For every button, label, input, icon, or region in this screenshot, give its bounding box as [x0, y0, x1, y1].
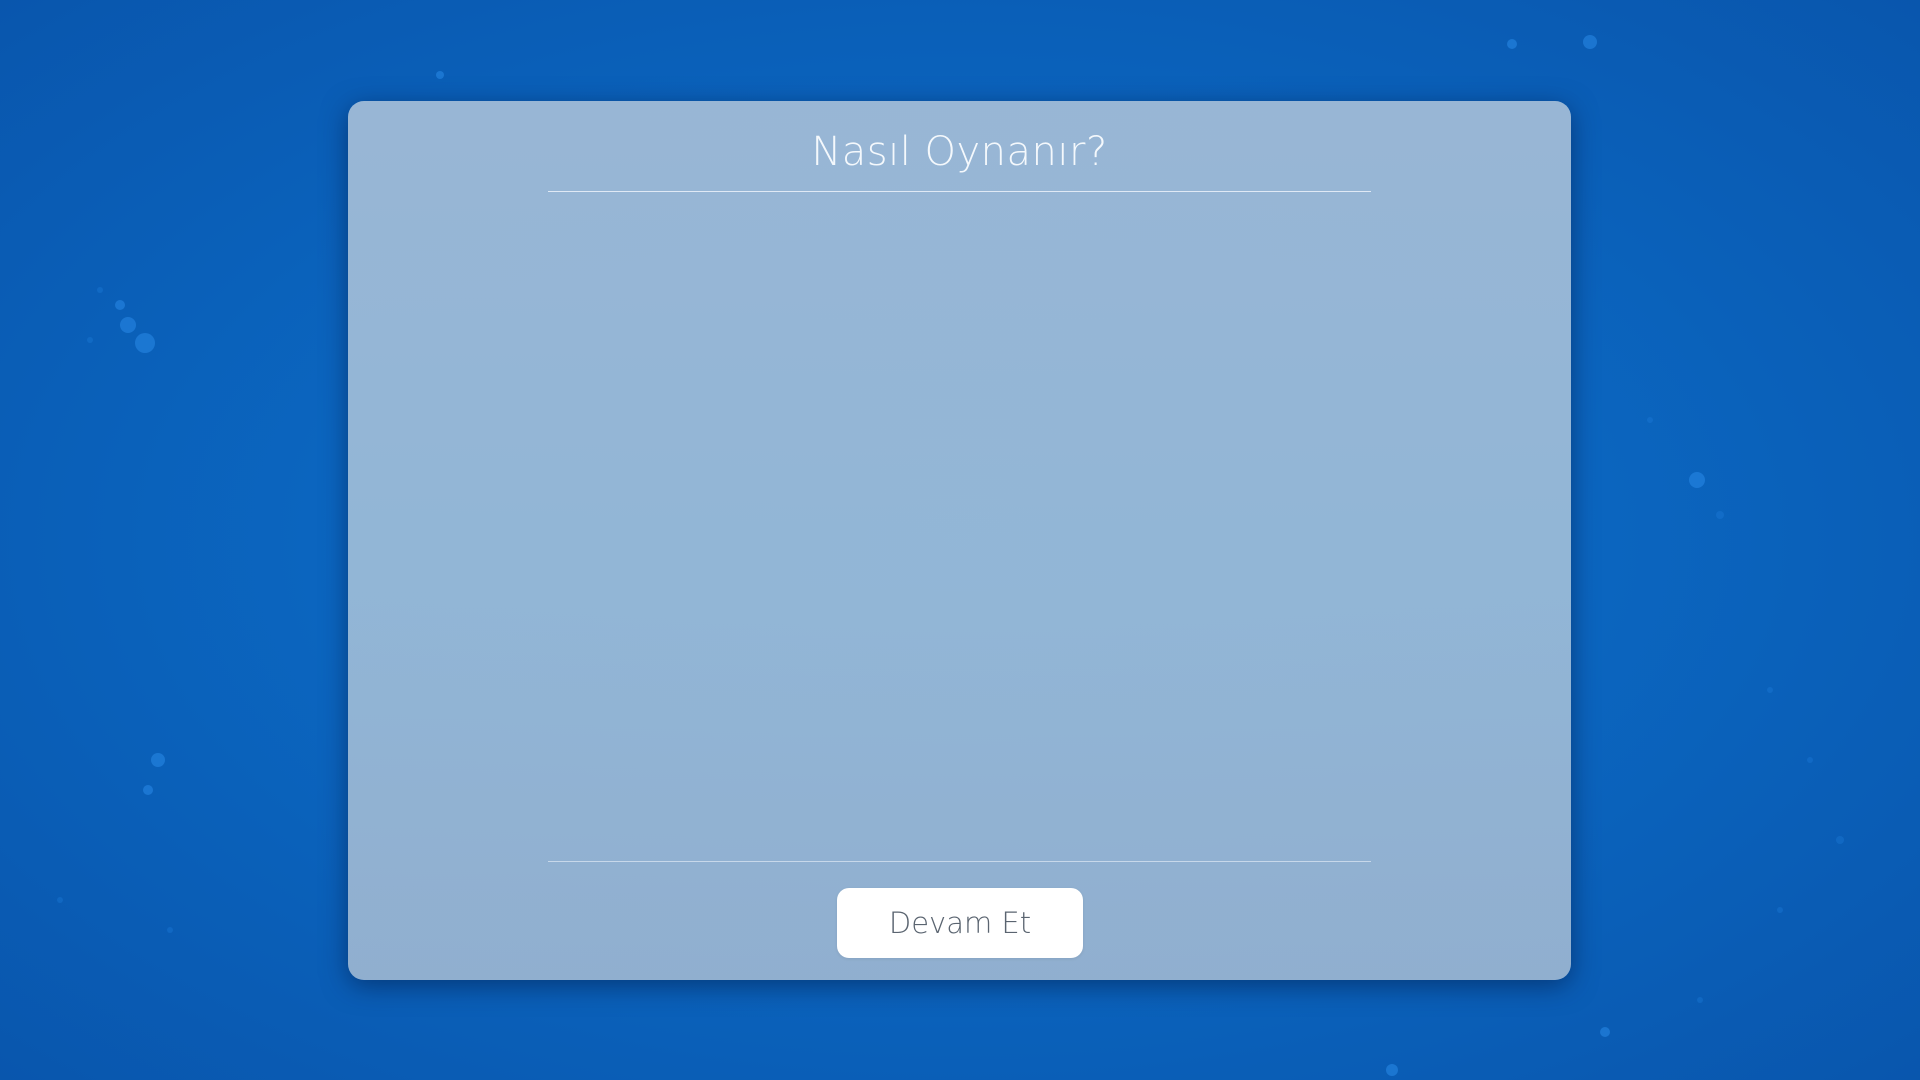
- title-divider: [548, 191, 1371, 192]
- dialog-title: Nasıl Oynanır?: [811, 129, 1108, 175]
- footer-divider: [548, 861, 1371, 862]
- how-to-play-dialog: Nasıl Oynanır? Devam Et: [348, 101, 1571, 980]
- continue-button[interactable]: Devam Et: [837, 888, 1083, 958]
- instructions-content-area: [548, 193, 1371, 859]
